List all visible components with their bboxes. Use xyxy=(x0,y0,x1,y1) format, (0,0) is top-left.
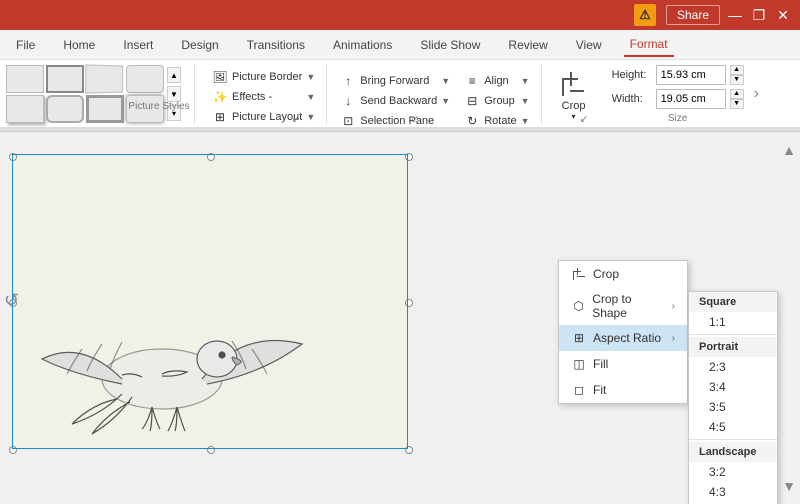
aspect-ratio-submenu: Square 1:1 Portrait 2:3 3:4 3:5 4:5 Land… xyxy=(688,291,778,504)
crop-menu-crop-icon xyxy=(571,266,587,282)
crop-menu-aspect-ratio[interactable]: ⊞ Aspect Ratio › xyxy=(559,325,687,351)
height-label: Height: xyxy=(612,69,652,81)
handle-top-center[interactable] xyxy=(207,153,215,161)
style-scroll-arrows: ▲ ▼ ▾ xyxy=(167,65,181,123)
main-area: ↺ Crop ⬡ Crop to Shape › ⊞ Aspect Ratio … xyxy=(0,132,800,504)
send-backward-icon: ↓ xyxy=(340,93,356,109)
picture-border-item[interactable]: 🖼 Picture Border ▼ xyxy=(209,68,318,86)
handle-bot-right[interactable] xyxy=(405,446,413,454)
crop-menu-crop[interactable]: Crop xyxy=(559,261,687,287)
tab-design[interactable]: Design xyxy=(175,34,224,56)
landscape-header: Landscape xyxy=(689,442,777,462)
style-thumb-5[interactable] xyxy=(6,95,44,123)
share-button[interactable]: Share xyxy=(666,5,720,25)
style-scroll-more[interactable]: ▼ xyxy=(167,86,181,102)
style-thumb-4[interactable] xyxy=(126,65,164,93)
square-header: Square xyxy=(689,292,777,312)
handle-mid-right[interactable] xyxy=(405,299,413,307)
warning-icon: ⚠ xyxy=(634,4,656,26)
scroll-indicator-down[interactable]: ▼ xyxy=(782,478,796,494)
portrait-divider xyxy=(689,334,777,335)
handle-top-left[interactable] xyxy=(9,153,17,161)
style-thumbnails xyxy=(6,65,164,123)
style-thumb-6[interactable] xyxy=(46,95,84,123)
width-decrement[interactable]: ▼ xyxy=(730,99,744,109)
align-item[interactable]: ≡ Align ▼ xyxy=(461,72,532,90)
tab-view[interactable]: View xyxy=(570,34,608,56)
aspect-ratio-icon: ⊞ xyxy=(571,330,587,346)
crop-icon xyxy=(555,68,593,100)
tab-file[interactable]: File xyxy=(10,34,41,56)
align-icon: ≡ xyxy=(464,73,480,89)
crop-dropdown-menu: Crop ⬡ Crop to Shape › ⊞ Aspect Ratio › … xyxy=(558,260,688,404)
ribbon-tabs: File Home Insert Design Transitions Anim… xyxy=(0,30,800,60)
portrait-header: Portrait xyxy=(689,337,777,357)
aspect-3-5[interactable]: 3:5 xyxy=(689,397,777,417)
width-spinner: ▲ ▼ xyxy=(730,89,744,109)
style-scroll-up[interactable]: ▲ xyxy=(167,67,181,83)
style-thumb-1[interactable] xyxy=(6,65,44,93)
bird-sketch xyxy=(22,229,362,449)
tab-review[interactable]: Review xyxy=(502,34,553,56)
crop-menu-fit[interactable]: ◻ Fit xyxy=(559,377,687,403)
scroll-indicator[interactable]: ▲ xyxy=(782,142,796,158)
rotate-handle[interactable]: ↺ xyxy=(4,290,19,311)
tab-home[interactable]: Home xyxy=(57,34,101,56)
picture-effects-item[interactable]: ✨ Effects - ▼ xyxy=(209,88,318,106)
minimize-button[interactable]: — xyxy=(726,6,744,24)
height-decrement[interactable]: ▼ xyxy=(730,75,744,85)
handle-bot-left[interactable] xyxy=(9,446,17,454)
aspect-2-3[interactable]: 2:3 xyxy=(689,357,777,377)
title-bar: ⚠ Share — ❐ ✕ xyxy=(0,0,800,30)
ribbon-scroll-right[interactable]: › xyxy=(752,64,761,124)
send-backward-item[interactable]: ↓ Send Backward ▼ xyxy=(337,92,453,110)
tab-animations[interactable]: Animations xyxy=(327,34,398,56)
crop-shape-icon: ⬡ xyxy=(571,298,586,314)
group-icon: ⊟ xyxy=(464,93,480,109)
landscape-divider xyxy=(689,439,777,440)
section-labels-row: ↙ ↙ ↙ xyxy=(246,114,684,125)
close-button[interactable]: ✕ xyxy=(774,6,792,24)
aspect-1-1[interactable]: 1:1 xyxy=(689,312,777,332)
crop-menu-crop-to-shape[interactable]: ⬡ Crop to Shape › xyxy=(559,287,687,325)
picture-border-icon: 🖼 xyxy=(212,69,228,85)
restore-button[interactable]: ❐ xyxy=(750,6,768,24)
height-spinner: ▲ ▼ xyxy=(730,65,744,85)
height-row: Height: ▲ ▼ xyxy=(612,65,744,85)
fit-icon: ◻ xyxy=(571,382,587,398)
style-thumb-2[interactable] xyxy=(46,65,84,93)
ribbon: File Home Insert Design Transitions Anim… xyxy=(0,30,800,128)
aspect-3-2[interactable]: 3:2 xyxy=(689,462,777,482)
handle-bot-center[interactable] xyxy=(207,446,215,454)
tab-slideshow[interactable]: Slide Show xyxy=(414,34,486,56)
style-thumb-3[interactable] xyxy=(85,64,123,93)
aspect-4-3[interactable]: 4:3 xyxy=(689,482,777,502)
width-input[interactable] xyxy=(656,89,726,109)
bring-forward-icon: ↑ xyxy=(340,73,356,89)
picture-styles-label: Picture Styles xyxy=(94,101,224,112)
picture-styles-section: ▲ ▼ ▾ Picture Styles xyxy=(6,64,195,124)
tab-format[interactable]: Format xyxy=(624,33,674,57)
aspect-3-4[interactable]: 3:4 xyxy=(689,377,777,397)
width-row: Width: ▲ ▼ xyxy=(612,89,744,109)
handle-top-right[interactable] xyxy=(405,153,413,161)
aspect-4-5[interactable]: 4:5 xyxy=(689,417,777,437)
fill-icon: ◫ xyxy=(571,356,587,372)
width-label: Width: xyxy=(612,93,652,105)
height-input[interactable] xyxy=(656,65,726,85)
crop-menu-fill[interactable]: ◫ Fill xyxy=(559,351,687,377)
tab-transitions[interactable]: Transitions xyxy=(241,34,311,56)
image-canvas[interactable] xyxy=(12,154,407,449)
picture-options-label xyxy=(209,126,318,130)
tab-insert[interactable]: Insert xyxy=(117,34,159,56)
bring-forward-item[interactable]: ↑ Bring Forward ▼ xyxy=(337,72,453,90)
height-increment[interactable]: ▲ xyxy=(730,65,744,75)
group-item[interactable]: ⊟ Group ▼ xyxy=(461,92,532,110)
width-increment[interactable]: ▲ xyxy=(730,89,744,99)
